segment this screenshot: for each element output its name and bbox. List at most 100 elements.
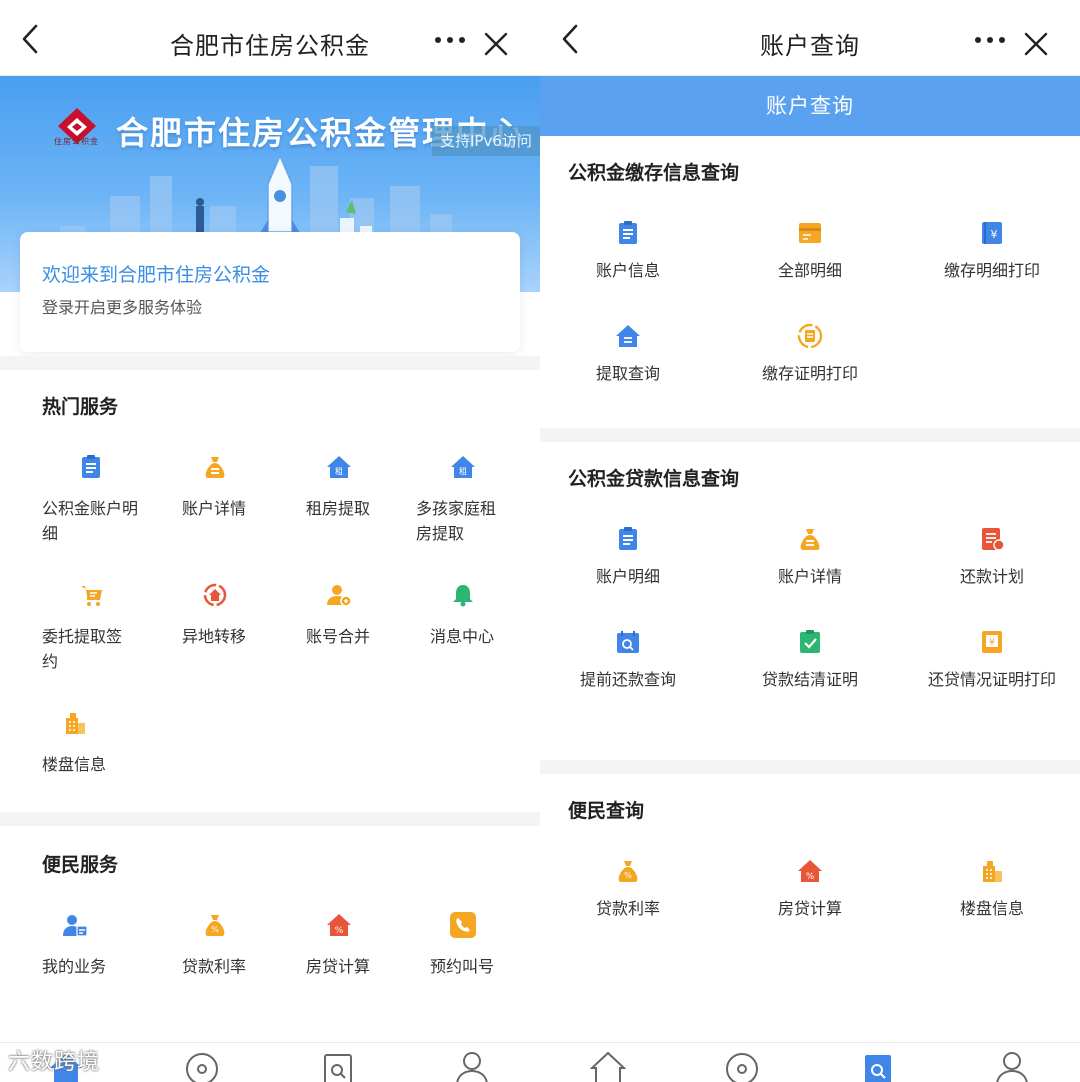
clipboard-icon [82,455,100,478]
query-label: 全部明细 [777,261,842,280]
building-icon [66,713,85,734]
query-all-details[interactable]: 全部明细 [730,220,890,283]
service-entrust-sign[interactable]: 委托提取签约 [42,580,154,680]
yuan-book-icon: ¥ [982,222,1002,244]
query-label: 提取查询 [595,364,660,383]
house-percent-icon: % [798,860,822,882]
svg-text:%: % [624,871,632,880]
service-label: 委托提取签约 [42,627,123,671]
query-deposit-cert[interactable]: 缴存证明打印 [730,323,890,386]
service-my-business[interactable]: 我的业务 [42,910,154,990]
profile-tab-icon[interactable] [994,1051,1030,1082]
service-property-info[interactable]: 楼盘信息 [42,708,154,798]
service-multichild-rent[interactable]: 租 多孩家庭租房提取 [416,452,536,552]
query-loan-rate[interactable]: % 贷款利率 [548,858,708,921]
home-tab-icon[interactable] [590,1051,626,1082]
service-account-detail[interactable]: 公积金账户明细 [42,452,154,543]
query-mortgage-calc[interactable]: % 房贷计算 [730,858,890,921]
profile-tab-icon[interactable] [454,1051,490,1082]
service-label: 贷款利率 [182,957,247,976]
query-loan-cleared[interactable]: 贷款结清证明 [730,629,890,692]
section-title-civic: 便民服务 [42,854,119,876]
query-label: 账户明细 [595,567,660,586]
query-tab-icon[interactable] [860,1051,896,1082]
svg-text:%: % [211,925,219,934]
query-deposit-print[interactable]: ¥ 缴存明细打印 [912,220,1072,283]
logo-caption: 住房公积金 [54,137,99,146]
bell-icon [453,585,473,607]
service-label: 楼盘信息 [42,755,107,774]
service-label: 租房提取 [306,499,371,518]
card-icon [799,223,821,243]
welcome-headline: 欢迎来到合肥市住房公积金 [42,264,271,286]
tab-bar [540,1042,1080,1082]
query-repay-cert-print[interactable]: ¥ 还贷情况证明打印 [912,629,1072,692]
service-label: 多孩家庭租房提取 [416,499,497,543]
service-label: 账户详情 [182,499,247,518]
query-account-info[interactable]: 账户信息 [548,220,708,283]
section-title-deposit: 公积金缴存信息查询 [568,162,740,184]
section-title-hot: 热门服务 [42,396,119,418]
money-bag-icon [800,529,820,550]
transfer-icon [203,583,227,607]
query-label: 还贷情况证明打印 [928,670,1057,689]
money-bag-icon: % [205,915,225,936]
service-message-center[interactable]: 消息中心 [430,580,536,670]
service-loan-rate[interactable]: % 贷款利率 [182,910,294,990]
receipt-icon: ¥ [982,631,1002,653]
close-icon[interactable] [1020,28,1052,60]
building-icon [983,861,1002,882]
service-account-info[interactable]: 账户详情 [182,452,294,542]
section-title-loan: 公积金贷款信息查询 [568,468,740,490]
sign-cart-icon [81,586,102,606]
user-id-icon [63,915,88,937]
query-label: 房贷计算 [777,899,842,918]
query-withdraw[interactable]: 提取查询 [548,323,708,386]
nav-bar: 合肥市住房公积金 [0,0,540,76]
section-divider [540,428,1080,442]
service-label: 公积金账户明细 [42,499,139,543]
svg-text:¥: ¥ [989,638,995,648]
money-bag-icon: % [618,861,638,882]
query-prepay[interactable]: 提前还款查询 [548,629,708,692]
discover-tab-icon[interactable] [184,1051,220,1082]
query-label: 提前还款查询 [579,670,676,689]
query-label: 贷款利率 [595,899,660,918]
account-query-screen: 账户查询 账户查询 公积金缴存信息查询 账户信息 全部明细 ¥ 缴存明细打印 提… [540,0,1080,1082]
query-property-info[interactable]: 楼盘信息 [912,858,1072,921]
rent-house-icon: 租 [327,456,351,478]
query-loan-detail[interactable]: 账户明细 [548,526,708,589]
cert-cycle-icon [797,323,823,349]
close-icon[interactable] [480,28,512,60]
service-transfer[interactable]: 异地转移 [182,580,294,670]
query-loan-info[interactable]: 账户详情 [730,526,890,589]
query-repay-plan[interactable]: 还款计划 [912,526,1072,589]
svg-text:租: 租 [335,467,343,476]
clipboard-icon [619,221,637,244]
more-icon[interactable] [970,30,1010,50]
rent-house-icon: 租 [451,456,475,478]
user-merge-icon [327,585,352,607]
query-label: 楼盘信息 [959,899,1024,918]
welcome-card[interactable]: 欢迎来到合肥市住房公积金 登录开启更多服务体验 [20,232,520,352]
query-label: 缴存证明打印 [761,364,858,383]
check-board-icon [800,630,820,653]
section-title-civic-query: 便民查询 [568,800,645,822]
login-prompt[interactable]: 登录开启更多服务体验 [42,294,202,318]
more-icon[interactable] [430,30,470,50]
service-account-merge[interactable]: 账号合并 [306,580,418,670]
page-header: 账户查询 [540,76,1080,136]
service-appointment[interactable]: 预约叫号 [430,910,536,990]
discover-tab-icon[interactable] [724,1051,760,1082]
service-label: 房贷计算 [306,957,371,976]
query-label: 账户详情 [777,567,842,586]
service-mortgage-calc[interactable]: % 房贷计算 [306,910,418,990]
query-tab-icon[interactable] [320,1051,356,1082]
query-label: 还款计划 [959,567,1024,586]
service-rent-withdraw[interactable]: 租 租房提取 [306,452,418,542]
service-label: 账号合并 [306,627,371,646]
section-divider [0,812,540,826]
svg-text:¥: ¥ [991,228,998,241]
section-divider [0,356,540,370]
query-label: 账户信息 [595,261,660,280]
